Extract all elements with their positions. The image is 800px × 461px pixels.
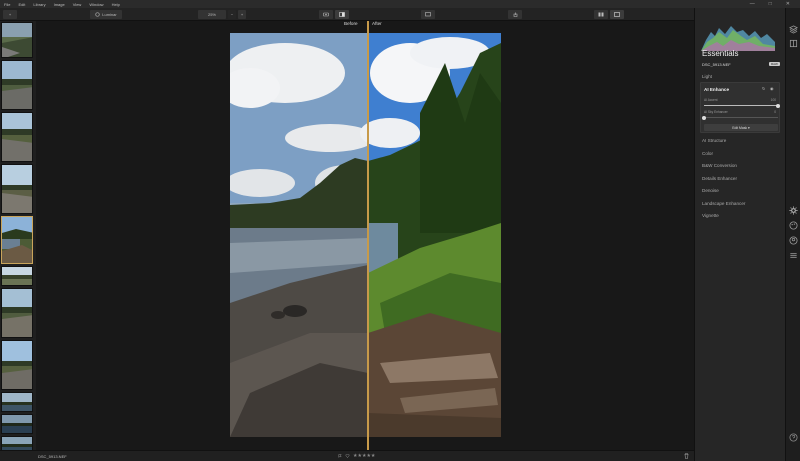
filmstrip-thumb[interactable] bbox=[1, 164, 33, 214]
crop-button[interactable] bbox=[421, 10, 435, 19]
ai-enhance-panel: AI Enhance ↻ ◉ AI Accent 100 AI Sky Enha… bbox=[700, 82, 780, 133]
layers-icon[interactable] bbox=[789, 25, 798, 34]
menu-window[interactable]: Window bbox=[89, 2, 103, 7]
filmstrip-thumb[interactable] bbox=[1, 112, 33, 162]
ai-accent-slider[interactable] bbox=[704, 103, 780, 108]
rating-group: ★★★★★ bbox=[338, 453, 375, 459]
add-photos-button[interactable]: + bbox=[3, 10, 17, 19]
filmstrip-thumb[interactable] bbox=[1, 22, 33, 58]
before-label: Before bbox=[344, 21, 358, 26]
zoom-out-button[interactable]: − bbox=[228, 10, 236, 19]
ai-enhance-title[interactable]: AI Enhance bbox=[704, 87, 729, 92]
histogram bbox=[701, 26, 775, 51]
luminar-app: File Edit Library Image View Window Help… bbox=[0, 0, 800, 461]
ai-sky-handle[interactable] bbox=[702, 115, 706, 120]
help-icon[interactable] bbox=[789, 433, 798, 442]
single-view-button[interactable] bbox=[594, 10, 608, 19]
star-rating[interactable]: ★★★★★ bbox=[353, 453, 375, 459]
filmstrip-icon bbox=[598, 12, 604, 17]
status-file-name: DSC_5913.NEF bbox=[38, 454, 67, 459]
menu-lines-icon[interactable] bbox=[789, 251, 798, 260]
before-after-divider[interactable] bbox=[367, 21, 369, 450]
zoom-plus: + bbox=[240, 12, 244, 17]
window-controls: — □ ✕ bbox=[750, 0, 798, 8]
panel-title: Essentials bbox=[702, 49, 739, 58]
filmstrip-thumb[interactable] bbox=[1, 266, 33, 286]
filmstrip-thumb[interactable] bbox=[1, 392, 33, 412]
portrait-icon[interactable] bbox=[789, 236, 798, 245]
menu-library[interactable]: Library bbox=[33, 2, 45, 7]
trash-icon[interactable] bbox=[684, 453, 689, 461]
compare-button[interactable] bbox=[335, 10, 349, 19]
zoom-in-button[interactable]: + bbox=[238, 10, 246, 19]
folder-label: Luminar bbox=[102, 12, 117, 17]
minimize-button[interactable]: — bbox=[750, 1, 755, 7]
section-color[interactable]: Color bbox=[702, 151, 713, 156]
ai-accent-value: 100 bbox=[770, 98, 776, 102]
heart-icon[interactable] bbox=[345, 454, 350, 458]
filmstrip-thumb-selected[interactable] bbox=[1, 216, 33, 264]
top-toolbar: + Luminar 25% − + bbox=[0, 8, 800, 21]
filmstrip-thumb[interactable] bbox=[1, 340, 33, 390]
zoom-minus: − bbox=[230, 12, 234, 17]
close-button[interactable]: ✕ bbox=[786, 1, 790, 7]
menu-edit[interactable]: Edit bbox=[18, 2, 25, 7]
menu-file[interactable]: File bbox=[4, 2, 10, 7]
menu-view[interactable]: View bbox=[73, 2, 82, 7]
export-button[interactable] bbox=[508, 10, 522, 19]
flag-icon[interactable] bbox=[338, 454, 342, 458]
palette-icon[interactable] bbox=[789, 221, 798, 230]
ai-accent-fill bbox=[704, 105, 778, 106]
section-details-enhancer[interactable]: Details Enhancer bbox=[702, 176, 737, 181]
menu-image[interactable]: Image bbox=[54, 2, 65, 7]
maximize-button[interactable]: □ bbox=[769, 1, 772, 7]
tool-category-strip bbox=[785, 8, 800, 461]
panel-file-name: DSC_5913.NEF bbox=[702, 62, 731, 67]
edit-panel: Essentials DSC_5913.NEF RAW Light AI Enh… bbox=[694, 8, 785, 461]
edit-mask-button[interactable]: Edit Mask ▾ bbox=[704, 124, 778, 131]
section-light[interactable]: Light bbox=[702, 74, 712, 79]
image-canvas[interactable]: Before After bbox=[36, 21, 694, 450]
section-landscape-enhancer[interactable]: Landscape Enhancer bbox=[702, 201, 745, 206]
undo-button[interactable] bbox=[319, 10, 333, 19]
zoom-label: 25% bbox=[207, 12, 216, 17]
compare-icon bbox=[339, 12, 345, 17]
raw-badge: RAW bbox=[769, 62, 780, 66]
ai-accent-label: AI Accent bbox=[704, 98, 718, 102]
photo-preview bbox=[230, 33, 501, 437]
fit-icon bbox=[614, 12, 620, 17]
status-bar: DSC_5913.NEF ★★★★★ bbox=[0, 450, 694, 461]
visibility-toggle-icon[interactable]: ◉ bbox=[770, 86, 774, 91]
filmstrip bbox=[0, 21, 36, 454]
add-label: + bbox=[8, 12, 12, 17]
folder-button[interactable]: Luminar bbox=[90, 10, 122, 19]
eye-icon bbox=[323, 12, 329, 17]
ai-sky-value: 0 bbox=[774, 110, 776, 114]
fullscreen-button[interactable] bbox=[610, 10, 624, 19]
ai-sky-slider[interactable] bbox=[702, 115, 778, 120]
ai-accent-handle[interactable] bbox=[776, 103, 780, 108]
section-bw-conversion[interactable]: B&W Conversion bbox=[702, 163, 737, 168]
reset-icon[interactable]: ↻ bbox=[762, 86, 765, 91]
filmstrip-thumb[interactable] bbox=[1, 60, 33, 110]
filmstrip-thumb[interactable] bbox=[1, 414, 33, 434]
menu-bar: File Edit Library Image View Window Help… bbox=[0, 0, 800, 8]
section-vignette[interactable]: Vignette bbox=[702, 213, 719, 218]
section-denoise[interactable]: Denoise bbox=[702, 188, 719, 193]
zoom-select[interactable]: 25% bbox=[198, 10, 226, 19]
ai-sky-label: AI Sky Enhancer bbox=[704, 110, 728, 114]
menu-help[interactable]: Help bbox=[112, 2, 120, 7]
folder-icon bbox=[95, 12, 100, 17]
filmstrip-thumb[interactable] bbox=[1, 288, 33, 338]
share-icon bbox=[513, 12, 517, 17]
canvas-icon[interactable] bbox=[789, 39, 798, 48]
after-label: After bbox=[372, 21, 382, 26]
section-ai-structure[interactable]: AI Structure bbox=[702, 138, 726, 143]
monitor-icon bbox=[425, 12, 431, 17]
sun-icon[interactable] bbox=[789, 206, 798, 215]
